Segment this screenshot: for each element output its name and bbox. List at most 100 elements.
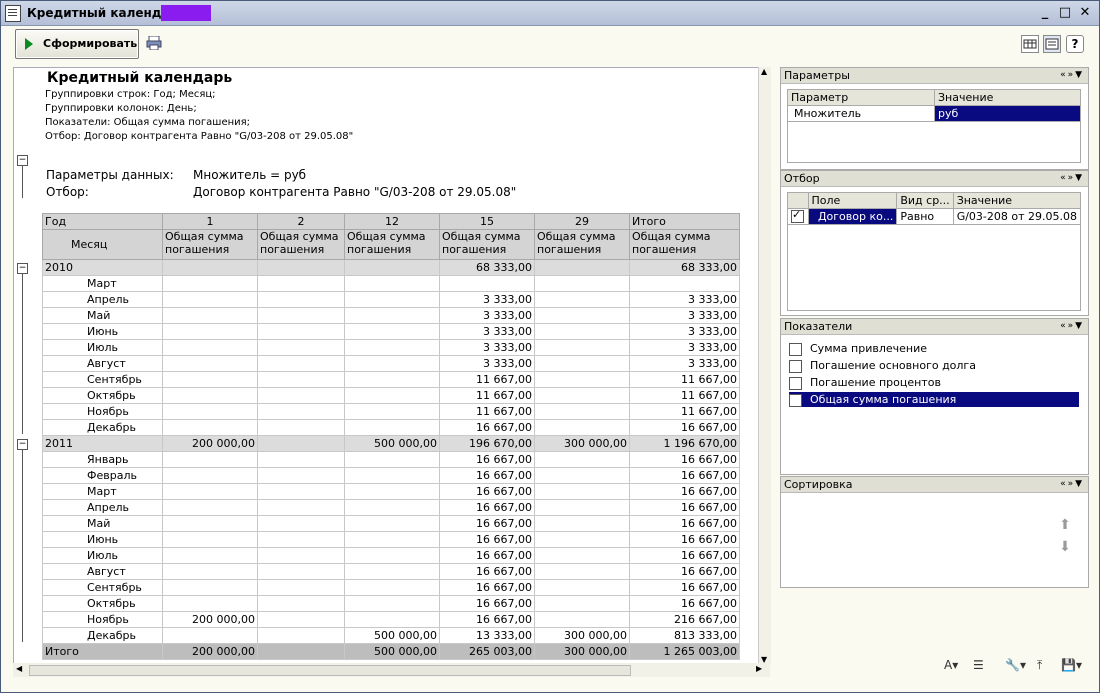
value-cell[interactable]: [344, 467, 440, 484]
print-settings-icon[interactable]: [146, 36, 162, 50]
value-cell[interactable]: 16 667,00: [629, 419, 740, 436]
value-cell[interactable]: [257, 515, 345, 532]
value-cell[interactable]: [257, 323, 345, 340]
value-cell[interactable]: 16 667,00: [439, 467, 535, 484]
value-cell[interactable]: 16 667,00: [439, 451, 535, 468]
value-cell[interactable]: [162, 419, 258, 436]
value-cell[interactable]: [257, 643, 345, 660]
value-cell[interactable]: [344, 259, 440, 276]
panel-controls-icon[interactable]: «»▼: [1060, 171, 1084, 186]
value-cell[interactable]: [257, 547, 345, 564]
value-cell[interactable]: [534, 563, 630, 580]
value-cell[interactable]: [534, 275, 630, 292]
value-cell[interactable]: [162, 291, 258, 308]
value-cell[interactable]: [162, 275, 258, 292]
row-label[interactable]: Март: [42, 483, 163, 500]
value-cell[interactable]: 16 667,00: [439, 483, 535, 500]
value-cell[interactable]: [162, 371, 258, 388]
row-label[interactable]: Ноябрь: [42, 611, 163, 628]
horizontal-scrollbar[interactable]: ◀ ▶: [13, 663, 770, 677]
move-up-icon[interactable]: ⬆: [1059, 517, 1071, 533]
value-cell[interactable]: 300 000,00: [534, 643, 630, 660]
indicator-item[interactable]: Общая сумма погашения: [789, 392, 1079, 407]
filter-row-checkbox[interactable]: [787, 208, 809, 225]
value-cell[interactable]: 16 667,00: [629, 531, 740, 548]
row-label[interactable]: Апрель: [42, 499, 163, 516]
value-cell[interactable]: 11 667,00: [629, 371, 740, 388]
row-label[interactable]: Июль: [42, 547, 163, 564]
value-cell[interactable]: 265 003,00: [439, 643, 535, 660]
value-cell[interactable]: 16 667,00: [439, 611, 535, 628]
row-label[interactable]: Сентябрь: [42, 371, 163, 388]
value-cell[interactable]: [344, 611, 440, 628]
value-cell[interactable]: 16 667,00: [629, 451, 740, 468]
value-cell[interactable]: 16 667,00: [629, 499, 740, 516]
value-cell[interactable]: [344, 563, 440, 580]
value-cell[interactable]: [162, 499, 258, 516]
value-cell[interactable]: [534, 419, 630, 436]
close-icon[interactable]: ✕: [1077, 5, 1093, 21]
scroll-left-icon[interactable]: ◀: [16, 664, 22, 673]
value-cell[interactable]: [257, 435, 345, 452]
value-cell[interactable]: [257, 531, 345, 548]
value-cell[interactable]: [257, 275, 345, 292]
value-cell[interactable]: 300 000,00: [534, 435, 630, 452]
value-cell[interactable]: [257, 595, 345, 612]
value-cell[interactable]: 11 667,00: [439, 387, 535, 404]
value-cell[interactable]: 3 333,00: [629, 307, 740, 324]
value-cell[interactable]: 16 667,00: [629, 579, 740, 596]
row-label[interactable]: Декабрь: [42, 627, 163, 644]
value-cell[interactable]: [344, 339, 440, 356]
value-cell[interactable]: [162, 307, 258, 324]
value-cell[interactable]: [162, 339, 258, 356]
layout-icon[interactable]: ☰: [973, 658, 984, 672]
value-cell[interactable]: 500 000,00: [344, 627, 440, 644]
move-down-icon[interactable]: ⬇: [1059, 539, 1071, 555]
value-cell[interactable]: [344, 419, 440, 436]
value-cell[interactable]: 1 196 670,00: [629, 435, 740, 452]
value-cell[interactable]: [534, 467, 630, 484]
value-cell[interactable]: 200 000,00: [162, 435, 258, 452]
value-cell[interactable]: 16 667,00: [439, 595, 535, 612]
value-cell[interactable]: [344, 323, 440, 340]
value-cell[interactable]: [534, 259, 630, 276]
value-cell[interactable]: [162, 355, 258, 372]
value-cell[interactable]: 3 333,00: [629, 355, 740, 372]
value-cell[interactable]: [162, 467, 258, 484]
value-cell[interactable]: [257, 307, 345, 324]
value-cell[interactable]: [629, 275, 740, 292]
collapse-params-icon[interactable]: −: [17, 155, 28, 166]
row-label[interactable]: Апрель: [42, 291, 163, 308]
value-cell[interactable]: 3 333,00: [439, 355, 535, 372]
row-label[interactable]: Июнь: [42, 323, 163, 340]
value-cell[interactable]: 3 333,00: [439, 291, 535, 308]
value-cell[interactable]: 3 333,00: [629, 291, 740, 308]
value-cell[interactable]: [344, 355, 440, 372]
help-icon[interactable]: ?: [1066, 35, 1084, 53]
value-cell[interactable]: 500 000,00: [344, 435, 440, 452]
value-cell[interactable]: [162, 451, 258, 468]
param-name-cell[interactable]: Множитель: [787, 105, 935, 122]
value-cell[interactable]: [534, 547, 630, 564]
value-cell[interactable]: [344, 515, 440, 532]
row-label[interactable]: Февраль: [42, 467, 163, 484]
minimize-icon[interactable]: _: [1037, 5, 1053, 21]
value-cell[interactable]: [257, 611, 345, 628]
value-cell[interactable]: [344, 371, 440, 388]
scroll-thumb[interactable]: [29, 665, 631, 676]
row-label[interactable]: Июль: [42, 339, 163, 356]
value-cell[interactable]: [534, 451, 630, 468]
value-cell[interactable]: [439, 275, 535, 292]
indicator-item[interactable]: Сумма привлечение: [789, 341, 1079, 356]
value-cell[interactable]: [534, 291, 630, 308]
value-cell[interactable]: [162, 627, 258, 644]
generate-button[interactable]: Сформировать: [15, 29, 139, 59]
value-cell[interactable]: 16 667,00: [629, 483, 740, 500]
value-cell[interactable]: [534, 339, 630, 356]
font-settings-icon[interactable]: A▾: [944, 658, 958, 672]
row-label[interactable]: Январь: [42, 451, 163, 468]
value-cell[interactable]: [162, 595, 258, 612]
value-cell[interactable]: [162, 387, 258, 404]
row-label[interactable]: Декабрь: [42, 419, 163, 436]
value-cell[interactable]: 3 333,00: [629, 323, 740, 340]
